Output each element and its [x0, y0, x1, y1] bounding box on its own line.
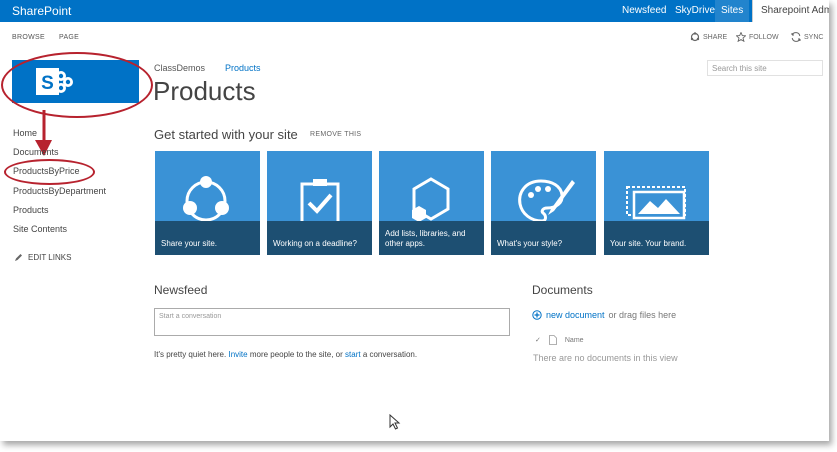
share-icon [690, 32, 700, 42]
tile-deadline[interactable]: Working on a deadline? [267, 151, 372, 255]
share-icon [183, 176, 229, 221]
sync-label: SYNC [804, 33, 824, 41]
page-title: Products [153, 76, 256, 106]
tile-label: Your site. Your brand. [604, 221, 709, 255]
newsfeed-empty-message: It's pretty quiet here. Invite more peop… [154, 350, 417, 359]
nav-productsbydepartment[interactable]: ProductsByDepartment [13, 186, 106, 196]
quiet-text-suffix: a conversation. [362, 350, 418, 359]
hexagon-apps-icon [412, 177, 450, 222]
tile-share-site[interactable]: Share your site. [155, 151, 260, 255]
logo-highlight-ring [1, 52, 153, 118]
new-document-link[interactable]: new document [546, 310, 605, 320]
edit-links-label: EDIT LINKS [28, 253, 72, 262]
share-label: SHARE [703, 33, 728, 41]
sync-icon [791, 32, 801, 42]
nav-products[interactable]: Products [13, 205, 49, 215]
nav-sites[interactable]: Sites [715, 0, 750, 22]
nav-newsfeed[interactable]: Newsfeed [622, 5, 666, 16]
tile-style[interactable]: What's your style? [491, 151, 596, 255]
sharepoint-window: SharePoint Newsfeed SkyDrive Sites Share… [0, 0, 829, 441]
suite-bar: SharePoint Newsfeed SkyDrive Sites Share… [0, 0, 829, 22]
documents-header-row: ✓ Name [535, 335, 584, 345]
tab-page[interactable]: PAGE [59, 34, 79, 41]
tile-label: Add lists, libraries, and other apps. [379, 221, 484, 255]
user-menu[interactable]: Sharepoint Adm [752, 0, 829, 22]
remove-this-link[interactable]: REMOVE THIS [310, 131, 361, 138]
mouse-cursor-icon [389, 414, 401, 430]
sync-button[interactable]: SYNC [791, 32, 823, 42]
ribbon: BROWSE PAGE SHARE FOLLOW SYNC [0, 22, 829, 52]
quiet-text-middle: more people to the site, or [249, 350, 343, 359]
check-icon[interactable]: ✓ [535, 336, 541, 344]
tile-label: What's your style? [491, 221, 596, 255]
edit-links-button[interactable]: EDIT LINKS [14, 253, 71, 262]
tab-browse[interactable]: BROWSE [12, 34, 45, 41]
image-brand-icon [626, 186, 686, 220]
start-link[interactable]: start [345, 350, 361, 359]
nav-site-contents[interactable]: Site Contents [13, 224, 67, 234]
pencil-icon [15, 254, 22, 261]
breadcrumb-products[interactable]: Products [225, 63, 261, 73]
nav-skydrive[interactable]: SkyDrive [675, 5, 715, 16]
palette-icon [518, 179, 575, 223]
document-icon [548, 335, 557, 345]
tile-label: Share your site. [155, 221, 260, 255]
star-icon [736, 32, 746, 42]
clipboard-check-icon [300, 179, 340, 223]
documents-title: Documents [532, 283, 593, 297]
newsfeed-title: Newsfeed [154, 283, 208, 297]
follow-label: FOLLOW [749, 33, 779, 41]
nav-home[interactable]: Home [13, 128, 37, 138]
nav-documents[interactable]: Documents [13, 147, 59, 157]
drag-files-text: or drag files here [608, 310, 677, 320]
invite-link[interactable]: Invite [228, 350, 247, 359]
conversation-input[interactable]: Start a conversation [154, 308, 510, 336]
nav-highlight-ring [4, 159, 95, 185]
tile-brand[interactable]: Your site. Your brand. [604, 151, 709, 255]
get-started-heading: Get started with your site [154, 127, 298, 142]
follow-button[interactable]: FOLLOW [736, 32, 779, 42]
brand-name[interactable]: SharePoint [12, 4, 71, 18]
plus-circle-icon[interactable] [532, 310, 542, 320]
share-button[interactable]: SHARE [690, 32, 727, 42]
search-input[interactable]: Search this site [707, 60, 823, 76]
tile-label: Working on a deadline? [267, 221, 372, 255]
breadcrumb-classdemos[interactable]: ClassDemos [154, 63, 205, 73]
quiet-text: It's pretty quiet here. [154, 350, 227, 359]
tile-add-apps[interactable]: Add lists, libraries, and other apps. [379, 151, 484, 255]
name-column-header[interactable]: Name [565, 337, 584, 344]
new-document-row: new document or drag files here [532, 310, 676, 320]
no-documents-message: There are no documents in this view [533, 353, 678, 363]
